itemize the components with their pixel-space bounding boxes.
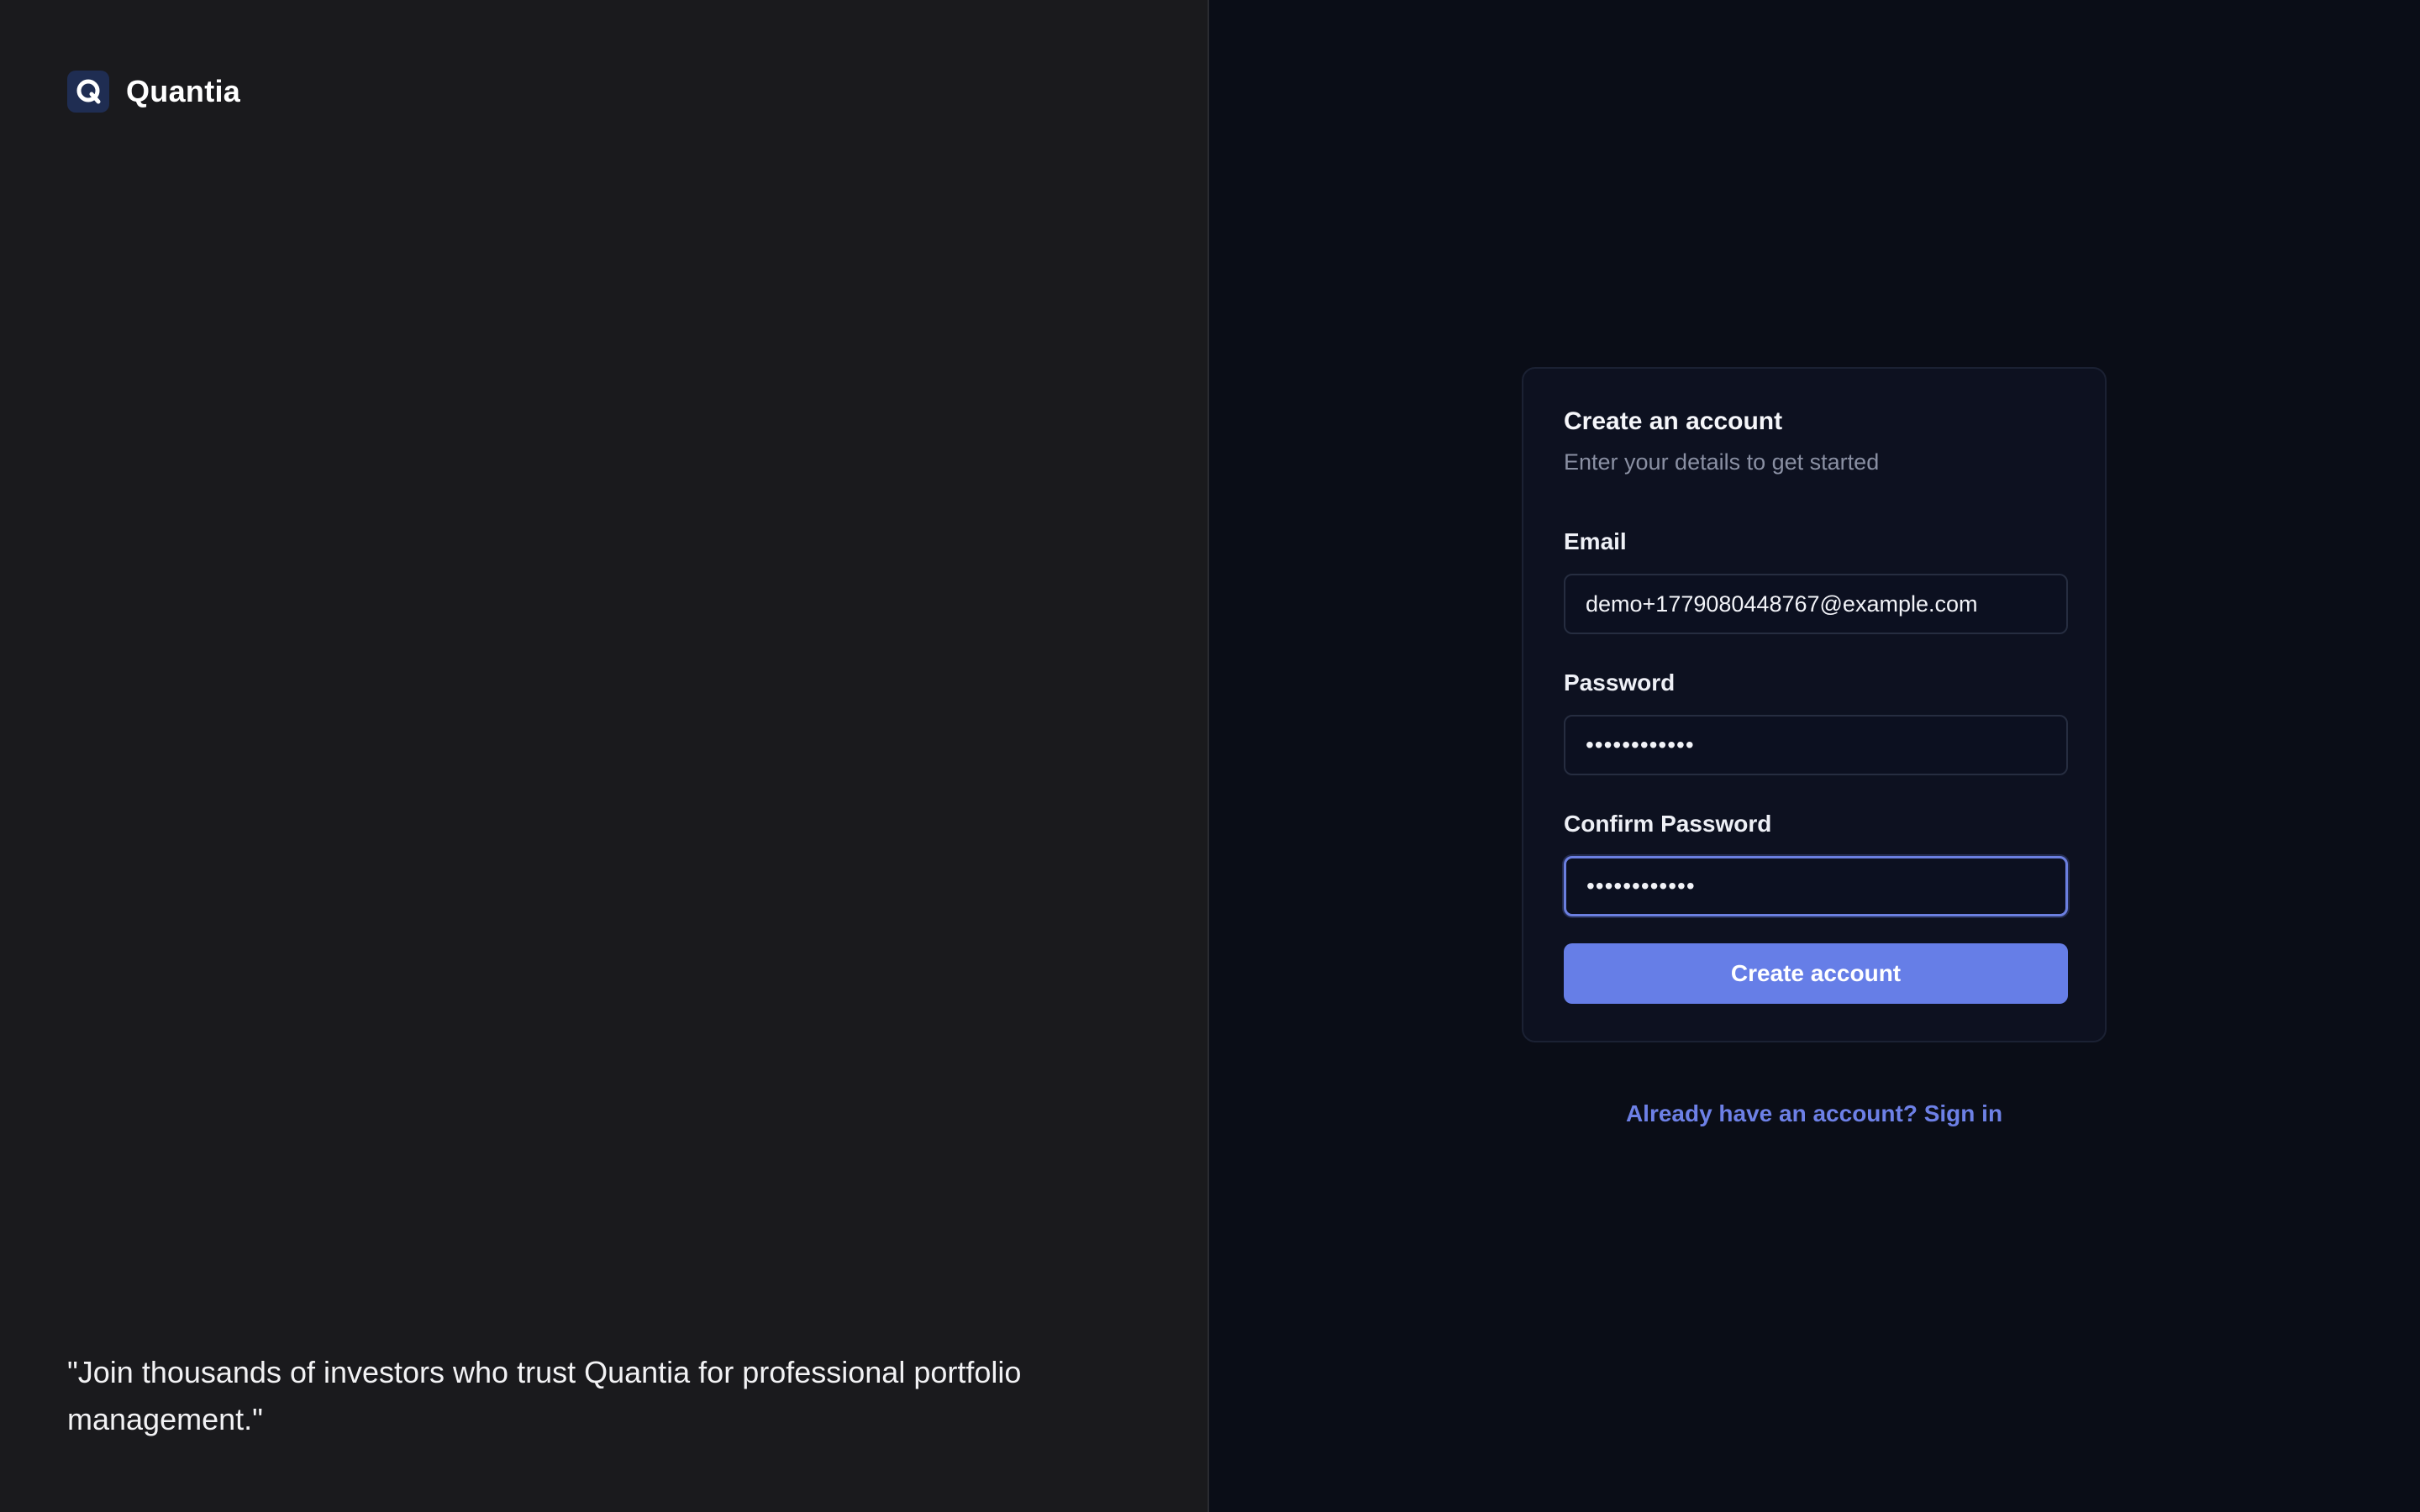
signup-card: Create an account Enter your details to … [1522,367,2107,1042]
password-input[interactable] [1564,715,2068,775]
sign-in-link[interactable]: Already have an account? Sign in [1522,1100,2107,1127]
confirm-password-input[interactable] [1564,856,2068,916]
email-input[interactable] [1564,574,2068,634]
email-label: Email [1564,528,1627,554]
brand-panel: Quantia "Join thousands of investors who… [0,0,1209,1512]
q-logo-icon [67,71,109,113]
brand-name: Quantia [126,74,241,108]
confirm-password-label: Confirm Password [1564,811,1772,837]
password-label: Password [1564,669,1676,696]
card-subtitle: Enter your details to get started [1564,449,1880,475]
brand: Quantia [67,71,240,113]
card-title: Create an account [1564,407,1783,435]
q-logo-glyph [76,79,101,104]
testimonial-quote: "Join thousands of investors who trust Q… [67,1355,1022,1436]
create-account-button[interactable]: Create account [1564,943,2068,1004]
